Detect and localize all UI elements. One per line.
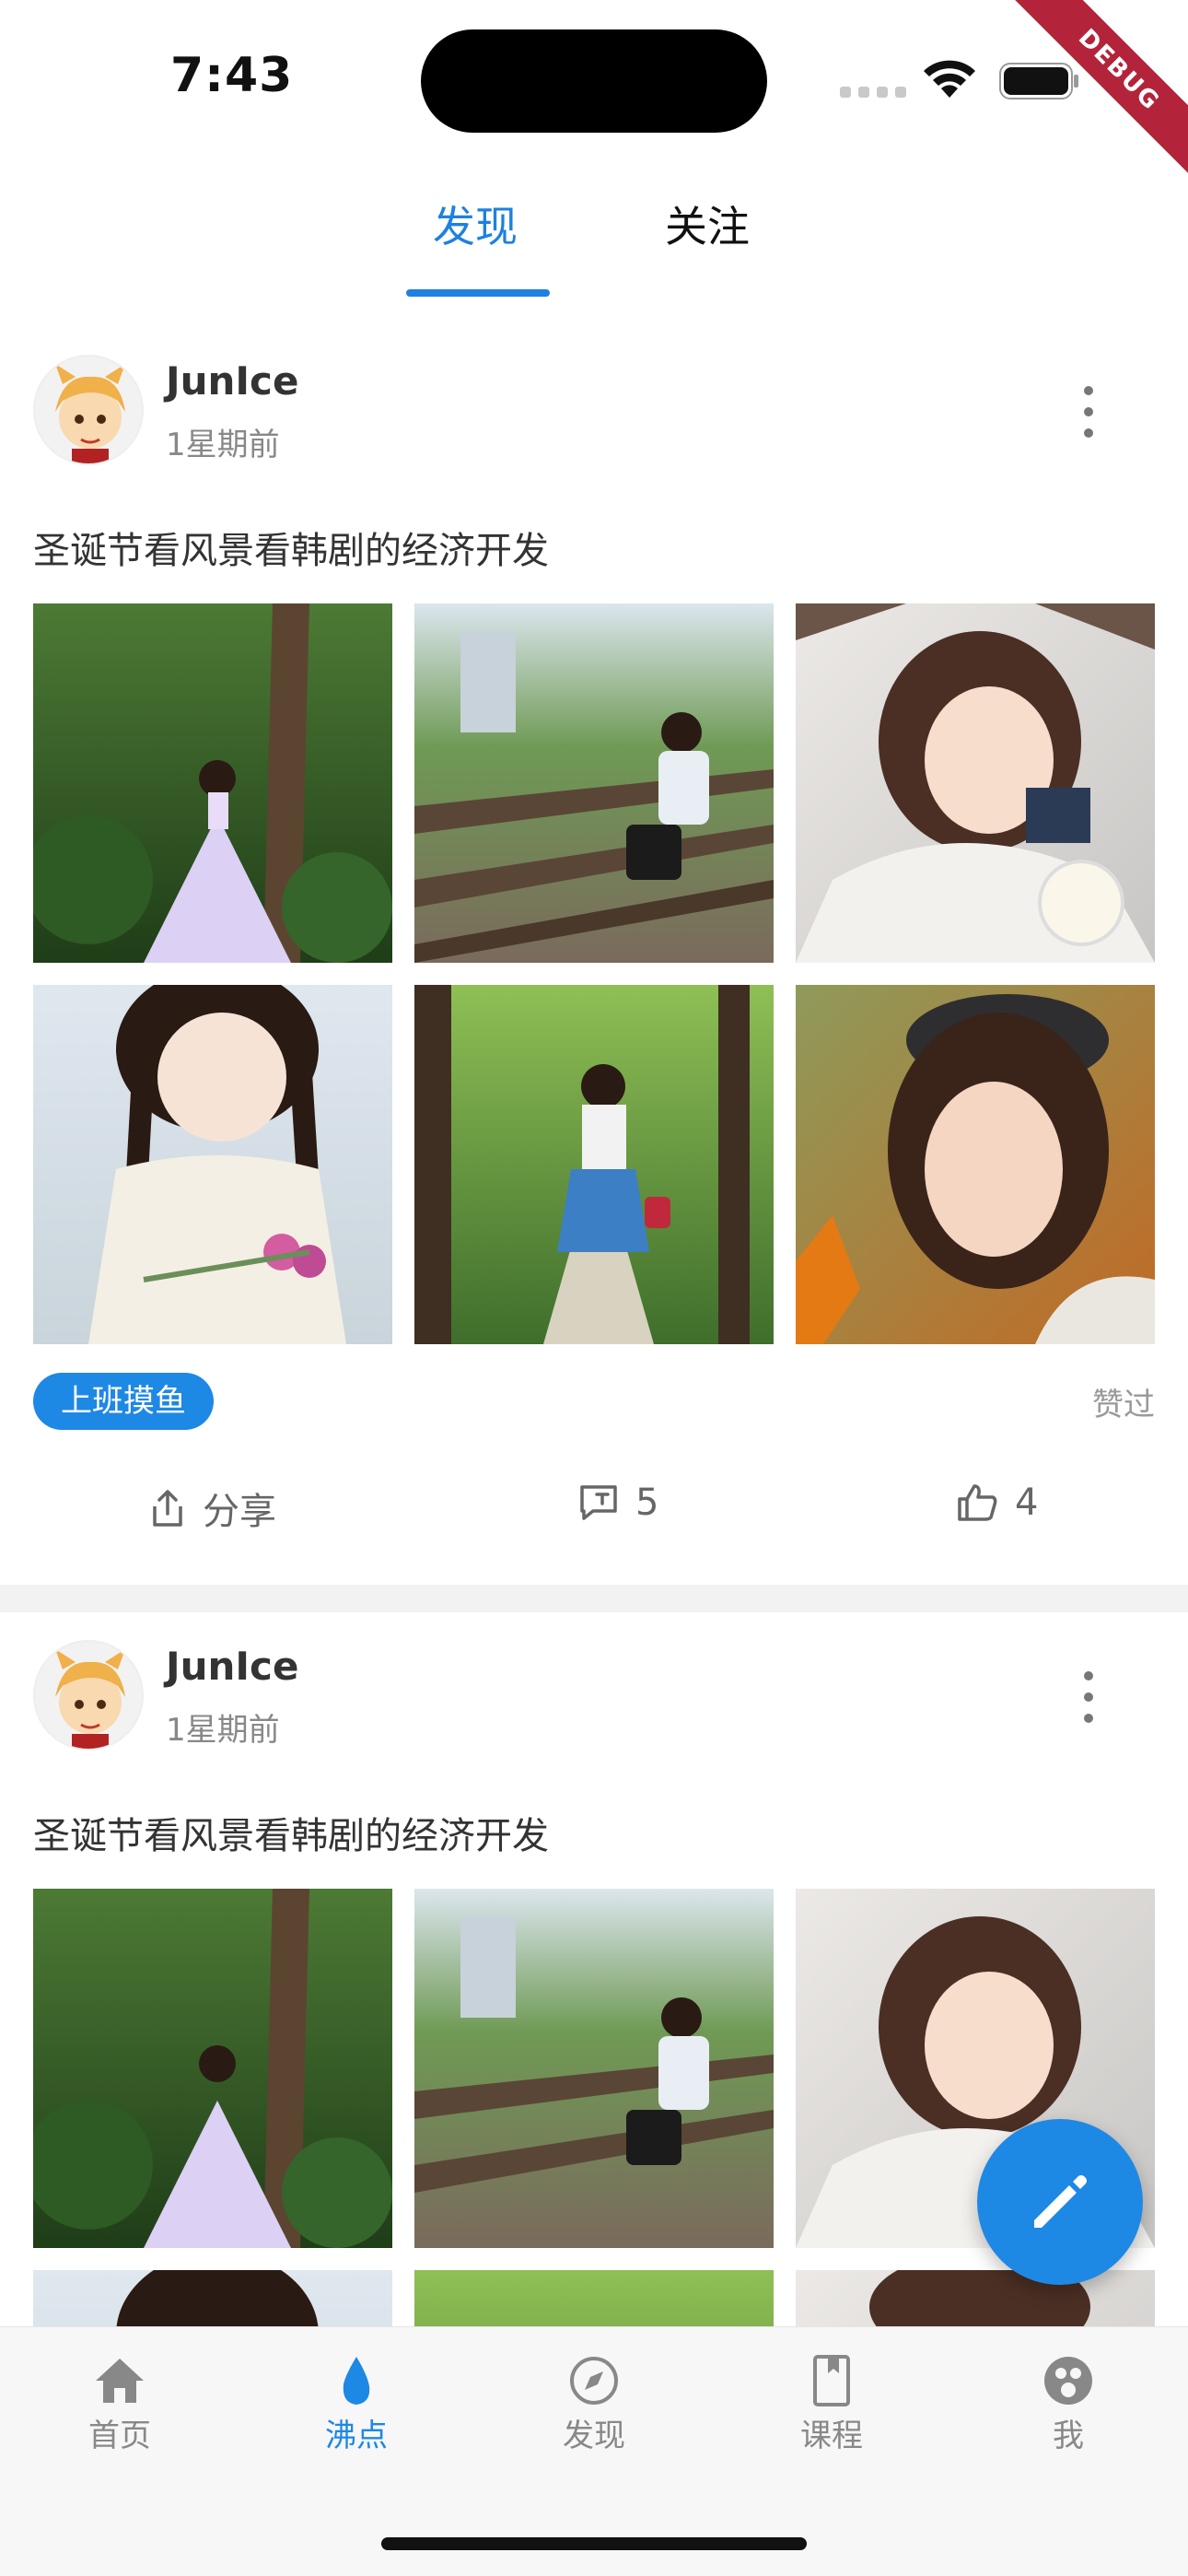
cellular-signal-icon [840, 87, 906, 98]
post-time: 1星期前 [166, 427, 280, 463]
post-image[interactable] [414, 1889, 774, 2248]
like-count: 4 [1015, 1481, 1039, 1524]
comment-icon [580, 1485, 617, 1520]
thumbs-up-icon [958, 1484, 997, 1521]
nav-label: 我 [1053, 2418, 1084, 2454]
status-time: 7:43 [170, 48, 294, 103]
post-image[interactable] [414, 603, 774, 963]
nav-item-home[interactable]: 首页 [46, 2355, 193, 2455]
post-time: 1星期前 [166, 1712, 280, 1749]
status-bar: 7:43 DEBUG [0, 0, 1188, 195]
post-image[interactable] [33, 603, 392, 963]
book-icon [813, 2355, 850, 2406]
post-image[interactable] [33, 2270, 392, 2331]
nav-label: 沸点 [325, 2418, 388, 2454]
flame-icon [343, 2357, 370, 2405]
comment-button[interactable]: 5 [578, 1481, 658, 1524]
post-image[interactable] [414, 985, 774, 1344]
more-options-icon[interactable] [1070, 1671, 1107, 1723]
post-card[interactable]: JunIce 1星期前 圣诞节看风景看韩剧的经济开发 [0, 345, 1188, 1585]
post-image[interactable] [33, 1889, 392, 2248]
post-content: 圣诞节看风景看韩剧的经济开发 [33, 530, 549, 572]
nav-item-pins[interactable]: 沸点 [283, 2355, 430, 2455]
compose-button[interactable] [977, 2119, 1143, 2285]
comment-count: 5 [635, 1481, 659, 1524]
post-divider [0, 1585, 1188, 1612]
post-actions: 分享 5 4 [0, 1465, 1188, 1557]
post-image[interactable] [796, 985, 1155, 1344]
share-icon [153, 1490, 182, 1527]
dynamic-island [421, 29, 767, 133]
avatar[interactable] [33, 1640, 144, 1751]
like-button[interactable]: 4 [956, 1481, 1038, 1524]
nav-label: 首页 [88, 2418, 151, 2454]
tab-follow[interactable]: 关注 [665, 193, 750, 254]
post-image[interactable] [796, 2270, 1155, 2331]
nav-item-course[interactable]: 课程 [758, 2355, 905, 2455]
tab-active-indicator [406, 289, 550, 297]
home-indicator[interactable] [381, 2537, 807, 2550]
wifi-icon [924, 60, 975, 98]
liked-label: 赞过 [1092, 1387, 1155, 1423]
post-image[interactable] [33, 985, 392, 1344]
author-name[interactable]: JunIce [166, 358, 298, 404]
share-label: 分享 [203, 1491, 276, 1533]
top-tab-bar: 发现 关注 [0, 175, 1188, 304]
home-icon [96, 2359, 144, 2403]
nav-label: 课程 [800, 2418, 863, 2454]
avatar[interactable] [33, 355, 144, 465]
post-content: 圣诞节看风景看韩剧的经济开发 [33, 1815, 549, 1857]
nav-item-discover[interactable]: 发现 [520, 2355, 668, 2455]
nav-label: 发现 [563, 2418, 625, 2454]
more-options-icon[interactable] [1070, 386, 1107, 438]
battery-icon [999, 63, 1078, 100]
nav-item-me[interactable]: 我 [995, 2355, 1142, 2455]
edit-icon [1034, 2175, 1087, 2228]
profile-icon [1044, 2357, 1092, 2405]
post-image[interactable] [414, 2270, 774, 2331]
author-name[interactable]: JunIce [166, 1644, 298, 1689]
compass-icon [570, 2357, 618, 2405]
share-button[interactable]: 分享 [149, 1481, 276, 1535]
post-image[interactable] [796, 603, 1155, 963]
topic-tag[interactable]: 上班摸鱼 [33, 1373, 214, 1430]
tab-discover[interactable]: 发现 [433, 193, 518, 254]
